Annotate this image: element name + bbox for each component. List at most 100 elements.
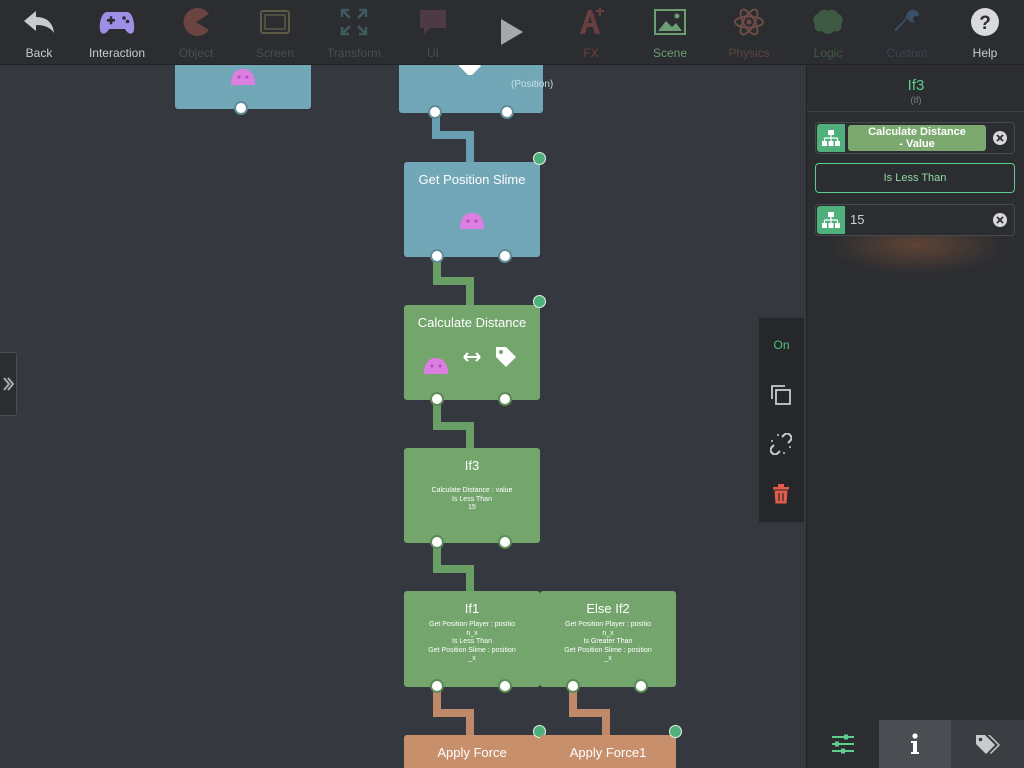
logic-label: Logic: [813, 46, 843, 60]
desc-line: n_x: [602, 629, 614, 637]
node-calculate-distance[interactable]: Calculate Distance: [404, 295, 546, 406]
slime-icon: [231, 69, 255, 85]
on-toggle[interactable]: On: [759, 338, 804, 352]
unlink-icon[interactable]: [770, 433, 792, 455]
node-description: Calculate Distance : value Is Less Than …: [408, 487, 536, 513]
landscape-image-icon: [631, 6, 709, 38]
help-question-icon: ?: [946, 6, 1024, 38]
fx-button[interactable]: FX: [552, 0, 630, 64]
interaction-label: Interaction: [88, 46, 146, 60]
help-button[interactable]: ? Help: [946, 0, 1024, 64]
output-port[interactable]: [430, 679, 444, 693]
tab-settings[interactable]: [807, 720, 879, 768]
desc-line: Get Position Slime : position: [564, 646, 652, 654]
download-badge-icon[interactable]: [669, 725, 682, 738]
info-icon: [911, 733, 919, 754]
node-description: Get Position Player : positio n_x Is Les…: [408, 621, 536, 664]
desc-line: _x: [604, 655, 612, 662]
output-port[interactable]: [500, 105, 514, 119]
node-if3[interactable]: If3 Calculate Distance : value Is Less T…: [404, 448, 540, 549]
desc-line: _x: [468, 655, 476, 662]
input-a-text: Calculate Distance - Value: [868, 126, 966, 150]
slime-icon: [424, 358, 448, 374]
panel-tabs: [807, 720, 1024, 768]
tab-tags[interactable]: [951, 720, 1024, 768]
scene-button[interactable]: Scene: [631, 0, 709, 64]
output-port[interactable]: [498, 392, 512, 406]
left-drawer-toggle[interactable]: [0, 352, 17, 416]
object-button[interactable]: Object: [157, 0, 235, 64]
output-port[interactable]: [430, 392, 444, 406]
input-b-value[interactable]: 15: [850, 205, 864, 235]
node-title: If1: [464, 601, 480, 616]
ui-button[interactable]: UI: [394, 0, 472, 64]
tablet-icon: [236, 6, 314, 38]
output-port[interactable]: [498, 679, 512, 693]
output-port[interactable]: [498, 249, 512, 263]
input-a-row[interactable]: Calculate Distance - Value: [815, 122, 1015, 154]
node-else-if2[interactable]: Else If2 Get Position Player : positio n…: [540, 591, 676, 693]
ui-label: UI: [427, 46, 439, 60]
output-port[interactable]: [566, 679, 580, 693]
node-title: Apply Force: [437, 745, 507, 760]
output-port[interactable]: [498, 535, 512, 549]
node-if1[interactable]: If1 Get Position Player : positio n_x Is…: [404, 591, 540, 693]
hierarchy-icon[interactable]: [817, 206, 845, 234]
panel-divider: [807, 111, 1024, 112]
tab-info[interactable]: [879, 720, 951, 768]
input-b-row[interactable]: 15: [815, 204, 1015, 236]
interaction-button[interactable]: Interaction: [78, 0, 156, 64]
node-title: Get Position Slime: [418, 172, 526, 187]
output-port[interactable]: [430, 249, 444, 263]
comparator-button[interactable]: Is Less Than: [815, 163, 1015, 193]
trash-icon[interactable]: [772, 484, 790, 504]
atom-icon: [710, 6, 788, 38]
clear-input-a-icon[interactable]: [993, 131, 1007, 145]
output-port[interactable]: [634, 679, 648, 693]
node-title: If3: [464, 458, 480, 473]
back-arrow-icon: [0, 6, 78, 38]
back-button[interactable]: Back: [0, 0, 78, 64]
output-port[interactable]: [428, 105, 442, 119]
node-apply-force[interactable]: Apply Force: [404, 725, 546, 768]
download-badge-icon[interactable]: [533, 152, 546, 165]
sliders-icon: [832, 734, 854, 754]
clear-input-b-icon[interactable]: [993, 213, 1007, 227]
speech-bubble-icon: [394, 6, 472, 38]
fx-label: FX: [583, 46, 599, 60]
custom-button[interactable]: Custom: [868, 0, 946, 64]
screen-label: Screen: [255, 46, 295, 60]
node-get-position-slime[interactable]: Get Position Slime: [404, 152, 546, 263]
hierarchy-icon[interactable]: [817, 124, 845, 152]
output-port[interactable]: [430, 535, 444, 549]
play-button[interactable]: [473, 0, 551, 64]
desc-line: Is Less Than: [452, 638, 492, 645]
svg-text:?: ?: [979, 13, 991, 34]
screen-button[interactable]: Screen: [236, 0, 314, 64]
output-port[interactable]: [234, 101, 248, 115]
logic-button[interactable]: Logic: [789, 0, 867, 64]
input-a-value[interactable]: Calculate Distance - Value: [848, 125, 986, 151]
tag-icon: [459, 65, 481, 75]
duplicate-icon[interactable]: [770, 384, 792, 406]
double-chevron-right-icon: [3, 377, 14, 391]
transform-button[interactable]: Transform: [315, 0, 393, 64]
physics-button[interactable]: Physics: [710, 0, 788, 64]
brain-icon: [789, 6, 867, 38]
node-side-tools: On: [759, 318, 804, 522]
top-toolbar: Back Interaction Object Screen Transform…: [0, 0, 1024, 65]
help-label: Help: [972, 46, 998, 60]
node-top-center[interactable]: (Position): [399, 65, 553, 119]
slime-icon: [460, 213, 484, 229]
node-apply-force1[interactable]: Apply Force1: [540, 725, 682, 768]
node-top-left[interactable]: [175, 65, 311, 115]
pacman-icon: [157, 6, 235, 38]
gamepad-icon: [78, 6, 156, 38]
scene-label: Scene: [652, 46, 688, 60]
play-icon: [473, 16, 551, 48]
node-canvas[interactable]: (Position) Get Position Slime Calculate …: [0, 65, 805, 768]
fx-icon: [552, 6, 630, 38]
desc-line: Is Greater Than: [583, 638, 633, 645]
wrench-icon: [868, 6, 946, 38]
download-badge-icon[interactable]: [533, 295, 546, 308]
